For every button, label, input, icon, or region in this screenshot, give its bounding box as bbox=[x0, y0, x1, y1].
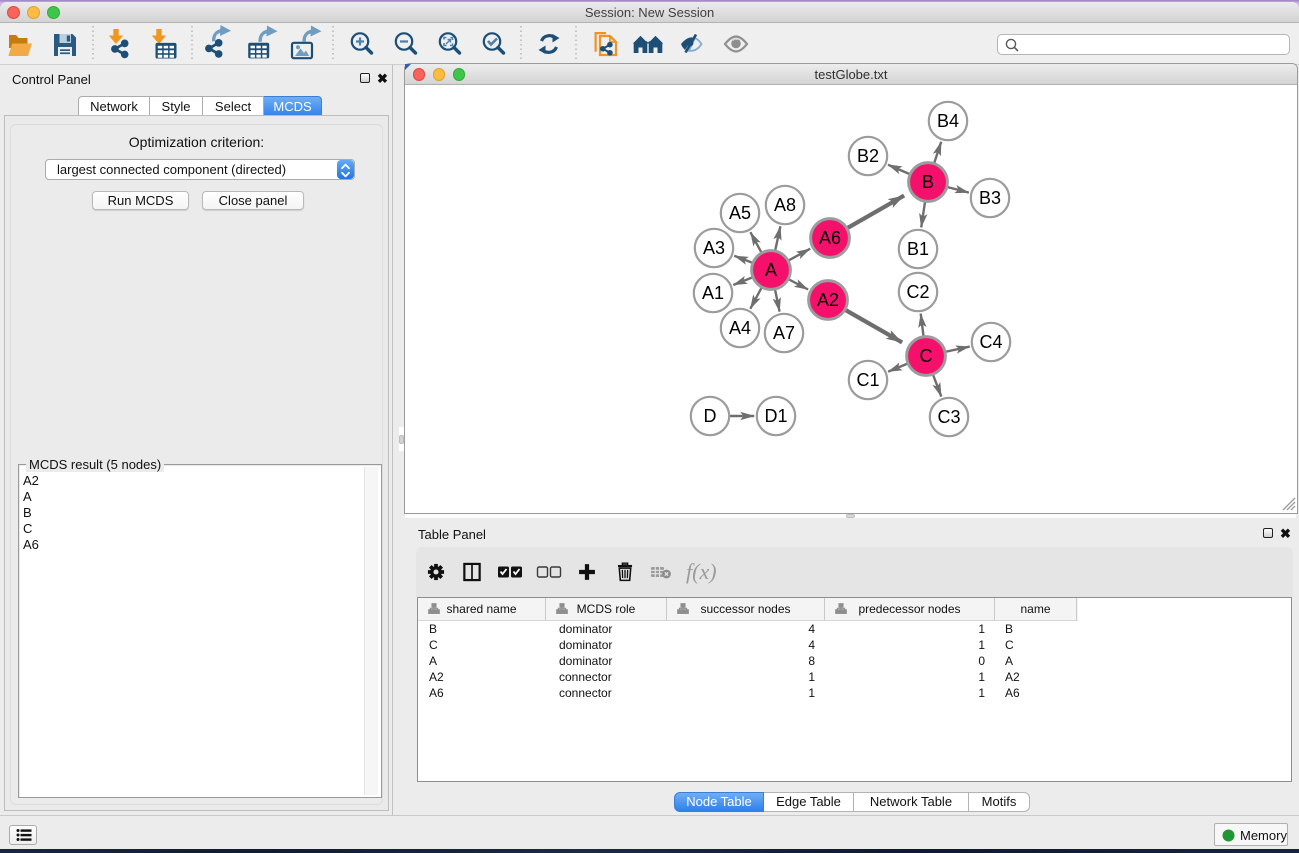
svg-text:D: D bbox=[704, 406, 717, 426]
svg-text:B2: B2 bbox=[857, 146, 879, 166]
svg-text:D1: D1 bbox=[764, 406, 787, 426]
svg-text:A4: A4 bbox=[729, 318, 751, 338]
svg-text:A6: A6 bbox=[819, 228, 841, 248]
svg-text:A1: A1 bbox=[702, 283, 724, 303]
svg-text:C2: C2 bbox=[906, 282, 929, 302]
svg-text:B3: B3 bbox=[979, 188, 1001, 208]
svg-text:B4: B4 bbox=[937, 111, 959, 131]
svg-text:B1: B1 bbox=[907, 239, 929, 259]
svg-text:C1: C1 bbox=[856, 370, 879, 390]
svg-text:A5: A5 bbox=[729, 203, 751, 223]
svg-text:A8: A8 bbox=[774, 195, 796, 215]
svg-text:A: A bbox=[765, 260, 777, 280]
svg-text:f(x): f(x) bbox=[686, 559, 717, 584]
svg-text:C: C bbox=[920, 346, 933, 366]
svg-text:A7: A7 bbox=[773, 323, 795, 343]
svg-text:B: B bbox=[922, 172, 934, 192]
svg-text:C4: C4 bbox=[979, 332, 1002, 352]
svg-text:C3: C3 bbox=[937, 407, 960, 427]
svg-text:A3: A3 bbox=[703, 238, 725, 258]
svg-text:A2: A2 bbox=[817, 290, 839, 310]
